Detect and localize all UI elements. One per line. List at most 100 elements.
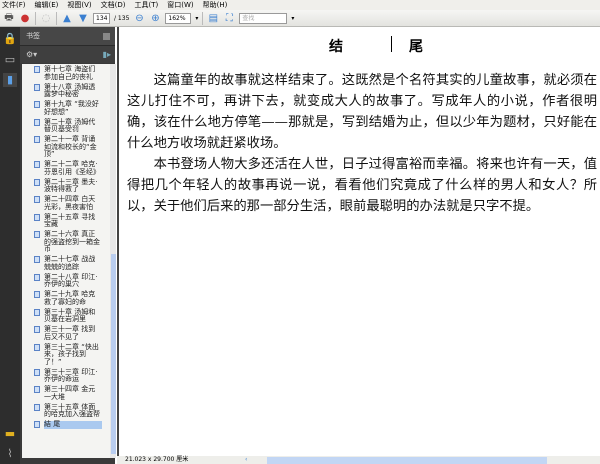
expand-bookmark-icon[interactable]: ▮▸ bbox=[103, 46, 111, 63]
document-view: 结 尾 这篇童年的故事就这样结束了。这既然是个名符其实的儿童故事，就必须在这儿打… bbox=[117, 27, 600, 456]
bookmark-item[interactable]: 第二十七章 战战兢兢的追踪 bbox=[22, 255, 110, 271]
bookmark-item[interactable]: 第三十五章 体面的哈克加入强盗帮 bbox=[22, 403, 110, 419]
bookmark-icon bbox=[34, 343, 40, 351]
menu-document[interactable]: 文档(D) bbox=[101, 0, 126, 10]
bookmark-label: 第十九章 “我没好好想想” bbox=[44, 100, 99, 116]
full-screen-icon[interactable]: ⛶ bbox=[223, 12, 235, 24]
next-page-icon[interactable]: ▼ bbox=[77, 12, 89, 24]
zoom-select[interactable]: 162% bbox=[165, 12, 192, 24]
zoom-in-icon[interactable]: ⊕ bbox=[149, 12, 161, 24]
bookmark-item[interactable]: 第二十五章 寻找宝藏 bbox=[22, 212, 110, 229]
bookmark-label: 第三十三章 印江·乔伊的命运 bbox=[44, 367, 98, 383]
scroll-left-icon[interactable]: ‹ bbox=[245, 456, 247, 464]
document-body: 这篇童年的故事就这样结束了。这既然是个名符其实的儿童故事，就必须在这儿打住不可，… bbox=[127, 70, 597, 217]
close-panel-button[interactable] bbox=[103, 33, 110, 40]
menu-view[interactable]: 视图(V) bbox=[67, 0, 91, 10]
search-input[interactable]: 查找 bbox=[239, 12, 288, 24]
menu-help[interactable]: 帮助(H) bbox=[203, 0, 228, 10]
separator bbox=[56, 11, 57, 25]
bookmark-item[interactable]: 第二十章 汤姆代替贝基受罚 bbox=[22, 117, 110, 134]
bookmark-item[interactable]: 第十九章 “我没好好想想” bbox=[22, 100, 110, 116]
prev-page-icon[interactable]: ▲ bbox=[61, 12, 73, 24]
bookmark-label: 第二十九章 哈克救了寡妇的命 bbox=[44, 290, 96, 306]
bookmark-item[interactable]: 第二十二章 哈克·芬恩引用《圣经》 bbox=[22, 160, 110, 176]
bookmark-item[interactable]: 第十八章 汤姆透露梦中秘密 bbox=[22, 82, 110, 99]
email-icon[interactable]: ◌ bbox=[40, 12, 52, 24]
bookmark-item[interactable]: 結 尾 bbox=[22, 420, 110, 429]
bookmark-label: 第三十章 汤姆和贝基在岩洞里 bbox=[44, 307, 96, 323]
bookmark-item[interactable]: 第三十章 汤姆和贝基在岩洞里 bbox=[22, 307, 110, 324]
bookmark-item[interactable]: 第二十三章 墨夫·波特得救了 bbox=[22, 177, 110, 194]
bookmark-icon bbox=[34, 83, 40, 91]
bookmarks-panel: 书签 ⚙▾ ▮▸ 第十七章 海盗们参加自己的丧礼 第十八章 汤姆透露梦中秘密 第十九章… bbox=[20, 27, 116, 464]
bookmark-icon bbox=[34, 161, 40, 168]
bookmark-label: 第二十五章 寻找宝藏 bbox=[44, 212, 96, 228]
bookmark-label: 第二十二章 哈克·芬恩引用《圣经》 bbox=[44, 160, 100, 176]
options-gear-icon[interactable]: ⚙▾ bbox=[26, 50, 37, 59]
bookmark-item[interactable]: 第二十四章 白天光彩，黑夜害怕 bbox=[22, 195, 110, 211]
bookmark-item[interactable]: 第三十四章 金元一大堆 bbox=[22, 385, 110, 401]
bookmark-label: 第三十一章 找到后又不见了 bbox=[44, 325, 96, 341]
bookmark-label: 第十八章 汤姆透露梦中秘密 bbox=[44, 82, 96, 98]
bookmark-icon bbox=[34, 101, 40, 108]
bookmark-icon bbox=[34, 66, 40, 73]
page-size: 21.023 x 29.700 厘米 bbox=[125, 456, 189, 463]
bookmark-label: 第二十四章 白天光彩，黑夜害怕 bbox=[44, 195, 96, 211]
bookmark-item[interactable]: 第二十九章 哈克救了寡妇的命 bbox=[22, 290, 110, 306]
bookmark-icon bbox=[34, 421, 40, 428]
bookmark-icon bbox=[34, 291, 40, 298]
status-bar: 21.023 x 29.700 厘米 ‹ bbox=[117, 456, 600, 464]
search-dropdown-icon[interactable]: ▾ bbox=[291, 15, 294, 22]
bookmark-icon bbox=[34, 368, 40, 376]
bookmark-label: 第二十章 汤姆代替贝基受罚 bbox=[44, 117, 96, 133]
page-total: / 135 bbox=[114, 14, 130, 22]
text-cursor bbox=[391, 36, 392, 52]
bookmark-icon bbox=[34, 326, 40, 333]
bookmark-label: 第二十六章 真正的强盗挖到一箱金币 bbox=[44, 230, 100, 253]
panel-toolbar: ⚙▾ ▮▸ bbox=[20, 46, 115, 63]
chevron-down-icon[interactable]: ▾ bbox=[195, 15, 198, 22]
print-icon[interactable]: 🖶 bbox=[3, 12, 15, 24]
bookmark-icon bbox=[34, 386, 40, 393]
vertical-scrollbar[interactable] bbox=[110, 64, 116, 458]
navigation-strip: 🔒 ▭ ▮ ▬ ⌇ bbox=[0, 27, 20, 464]
menu-edit[interactable]: 编辑(E) bbox=[35, 0, 59, 10]
chapter-title: 结 尾 bbox=[329, 39, 449, 55]
page-number-input[interactable]: 134 bbox=[93, 12, 110, 24]
bookmark-label: 第二十七章 战战兢兢的追踪 bbox=[44, 255, 96, 271]
fit-page-icon[interactable]: ▤ bbox=[207, 12, 219, 24]
bookmark-icon bbox=[34, 118, 40, 126]
zoom-out-icon[interactable]: ⊖ bbox=[133, 12, 145, 24]
menu-file[interactable]: 文件(F) bbox=[2, 0, 26, 10]
bookmark-item[interactable]: 第十七章 海盗们参加自己的丧礼 bbox=[22, 65, 110, 81]
bookmark-item[interactable]: 第二十一章 背诵如流和校长的“金顶” bbox=[22, 135, 110, 159]
bookmark-label: 第二十一章 背诵如流和校长的“金顶” bbox=[44, 135, 97, 158]
bookmark-item[interactable]: 第二十六章 真正的强盗挖到一箱金币 bbox=[22, 230, 110, 254]
bookmark-label: 第十七章 海盗们参加自己的丧礼 bbox=[44, 65, 96, 81]
pages-icon[interactable]: ▭ bbox=[3, 53, 17, 67]
bookmark-item[interactable]: 第二十八章 印江·乔伊的巢穴 bbox=[22, 273, 110, 289]
separator bbox=[202, 11, 204, 25]
paragraph: 本书登场人物大多还活在人世，日子过得富裕而幸福。将来也许有一天，值得把几个年轻人… bbox=[127, 157, 597, 214]
bookmark-item[interactable]: 第三十一章 找到后又不见了 bbox=[22, 325, 110, 341]
bookmark-icon bbox=[34, 213, 40, 221]
bookmarks-icon[interactable]: ▮ bbox=[3, 73, 17, 87]
scrollbar-thumb[interactable] bbox=[111, 254, 116, 454]
attachment-icon[interactable]: ⌇ bbox=[3, 447, 17, 461]
bookmark-icon bbox=[34, 231, 40, 238]
create-pdf-icon[interactable]: ● bbox=[19, 12, 31, 24]
comments-icon[interactable]: ▬ bbox=[3, 427, 17, 441]
bookmark-label: 結 尾 bbox=[44, 420, 102, 429]
bookmark-icon bbox=[34, 256, 40, 263]
menu-bar: 文件(F) 编辑(E) 视图(V) 文档(D) 工具(T) 窗口(W) 帮助(H… bbox=[0, 0, 600, 10]
bookmark-item[interactable]: 第三十三章 印江·乔伊的命运 bbox=[22, 367, 110, 384]
bookmark-label: 第二十三章 墨夫·波特得救了 bbox=[44, 177, 98, 193]
panel-header: 书签 bbox=[20, 27, 115, 46]
horizontal-scrollbar[interactable] bbox=[267, 457, 547, 464]
bookmark-label: 第三十二章 “快出来，孩子找到了！” bbox=[44, 342, 99, 366]
menu-window[interactable]: 窗口(W) bbox=[167, 0, 193, 10]
bookmark-icon bbox=[34, 136, 40, 143]
bookmark-item[interactable]: 第三十二章 “快出来，孩子找到了！” bbox=[22, 342, 110, 367]
menu-tools[interactable]: 工具(T) bbox=[135, 0, 159, 10]
lock-icon[interactable]: 🔒 bbox=[3, 32, 17, 46]
